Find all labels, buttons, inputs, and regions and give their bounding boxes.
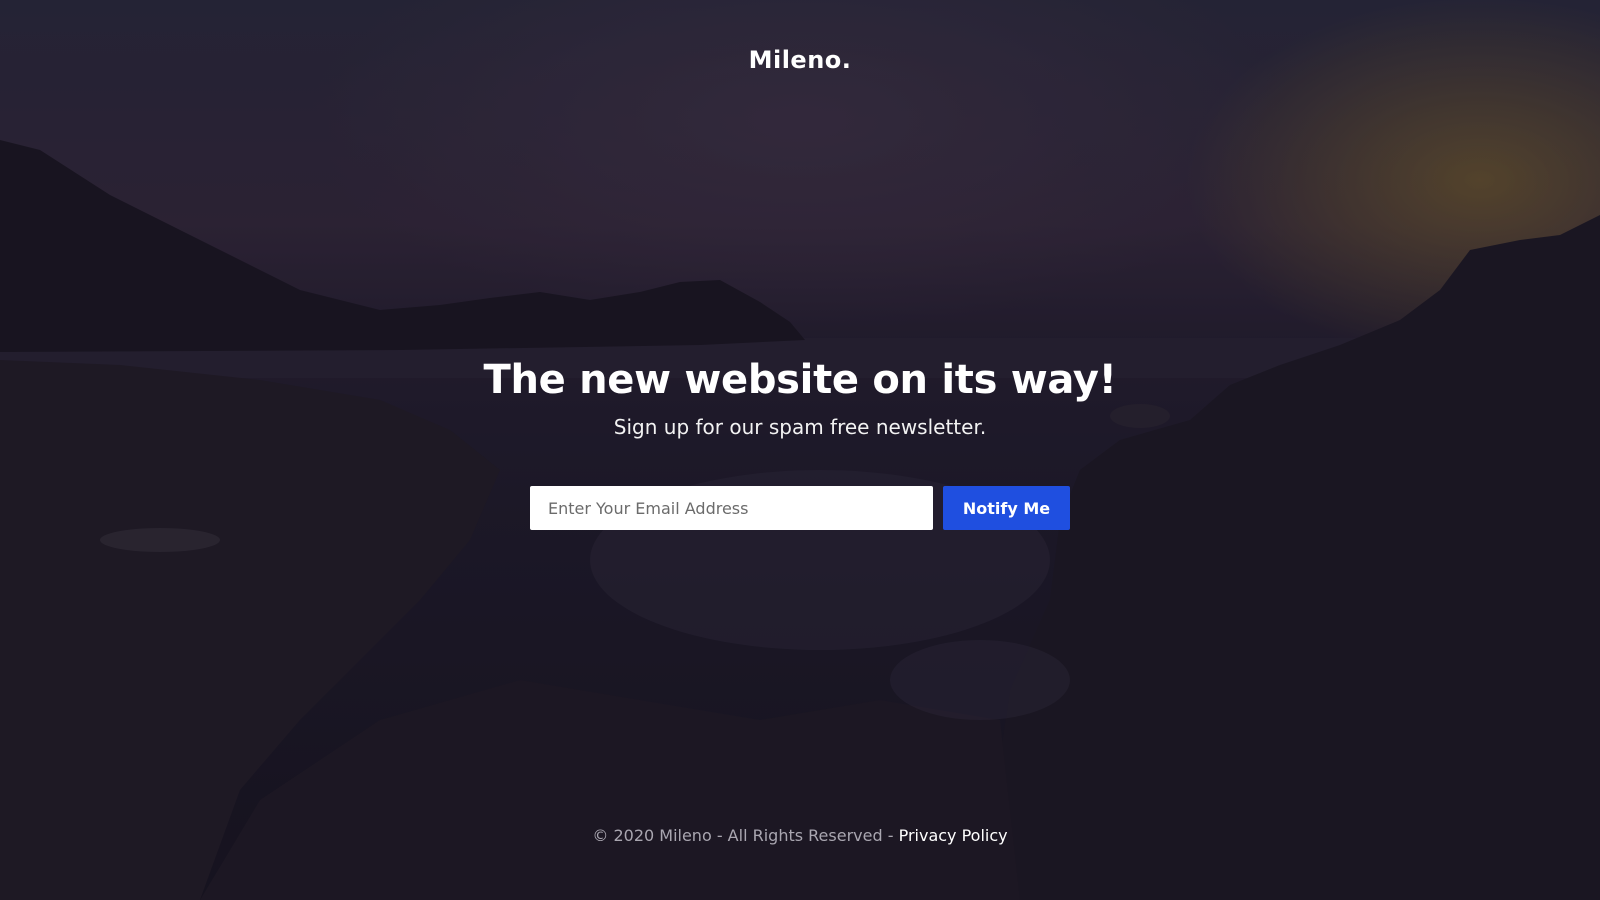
hero-title: The new website on its way!	[483, 357, 1117, 403]
newsletter-form: Notify Me	[530, 486, 1070, 530]
footer: © 2020 Mileno - All Rights Reserved - Pr…	[0, 826, 1600, 845]
hero-section: The new website on its way! Sign up for …	[0, 352, 1600, 442]
email-input[interactable]	[530, 486, 933, 530]
privacy-policy-link[interactable]: Privacy Policy	[899, 826, 1008, 845]
dark-overlay	[0, 0, 1600, 900]
notify-me-button[interactable]: Notify Me	[943, 486, 1070, 530]
copyright-text: © 2020 Mileno - All Rights Reserved -	[592, 826, 899, 845]
hero-subtitle: Sign up for our spam free newsletter.	[613, 415, 987, 439]
site-logo[interactable]: Mileno.	[0, 46, 1600, 74]
